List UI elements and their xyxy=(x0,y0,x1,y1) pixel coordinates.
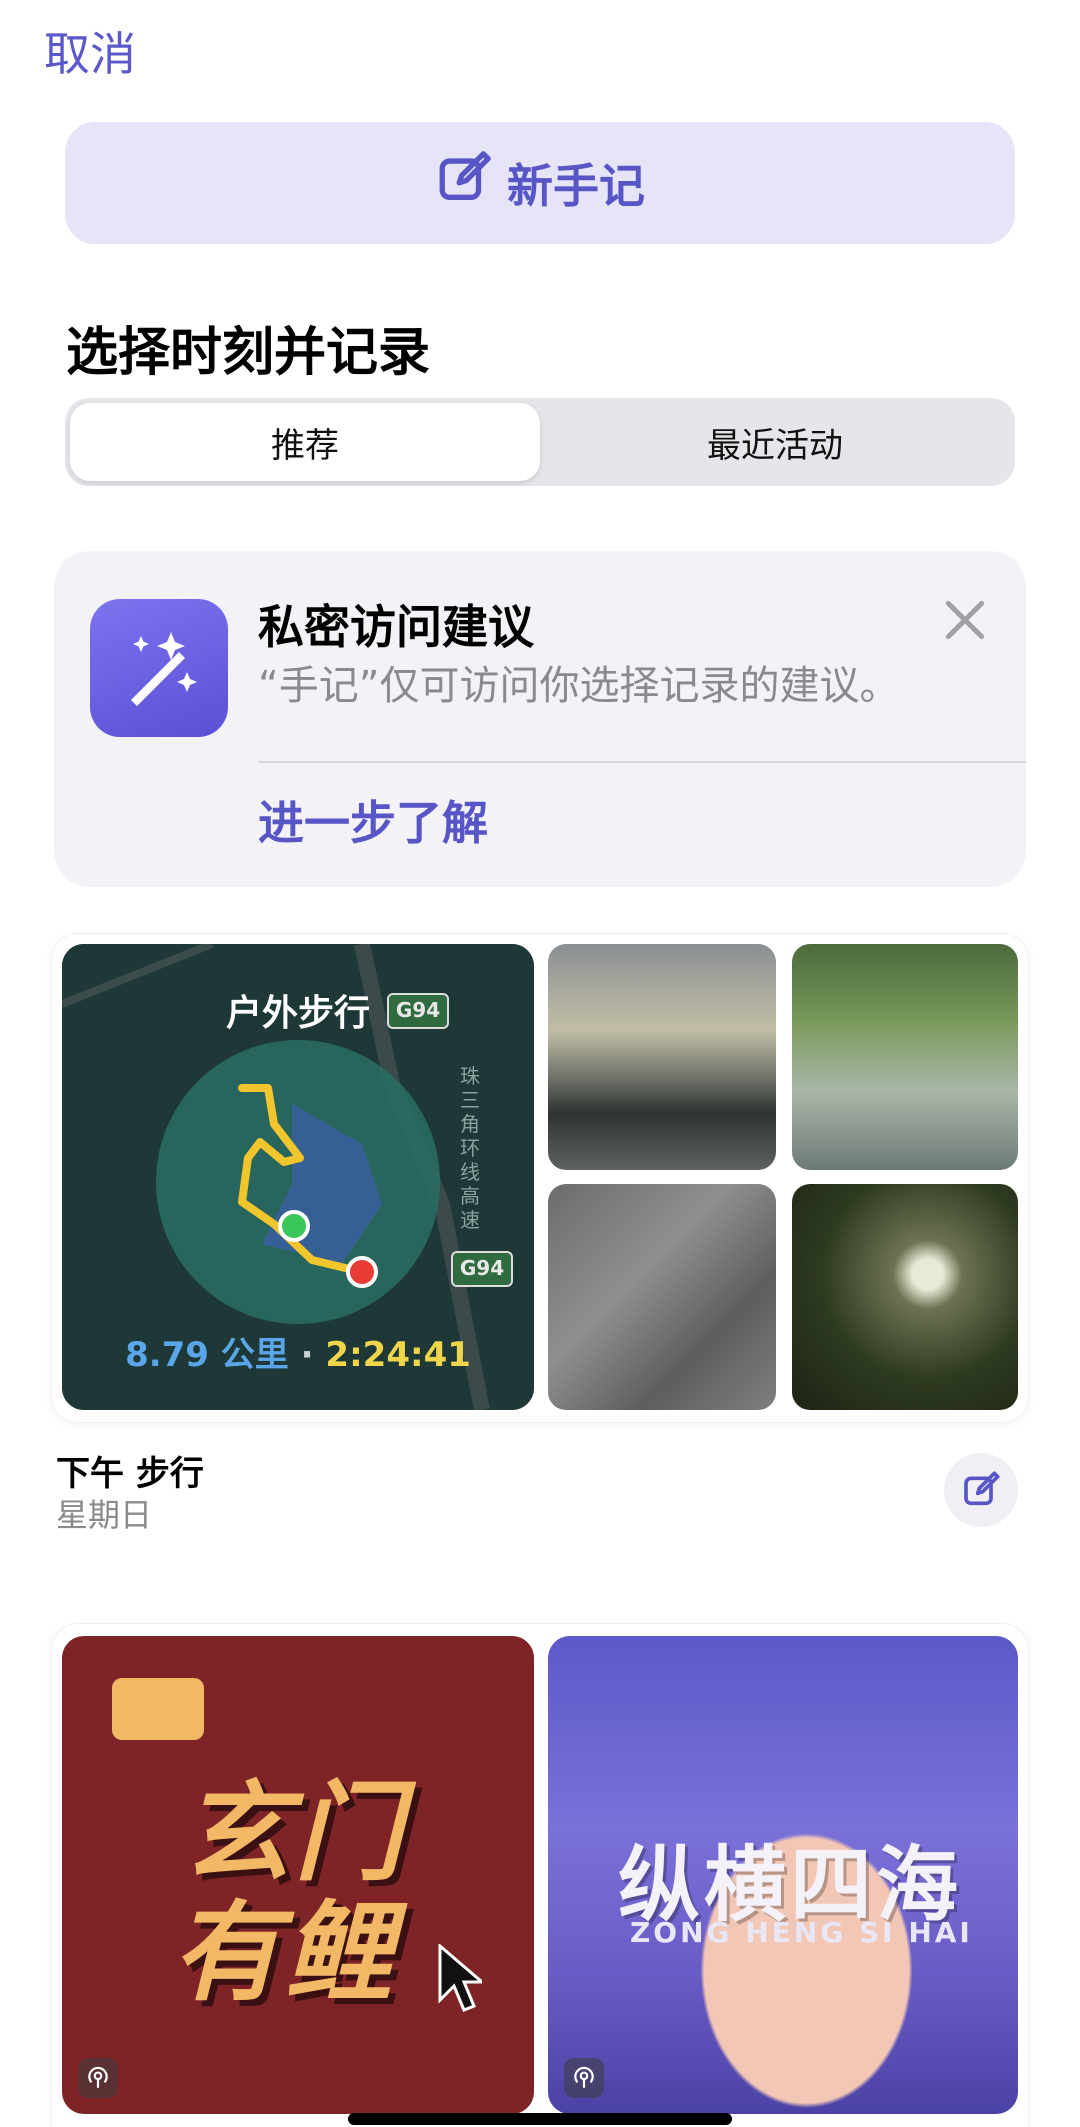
podcast-title-line2: 有鲤 xyxy=(172,1891,397,2016)
photo-thumbnail xyxy=(792,944,1018,1170)
moment-subtitle: 星期日 xyxy=(56,1496,153,1534)
segment-recent-activity[interactable]: 最近活动 xyxy=(540,403,1010,481)
divider xyxy=(258,761,1026,763)
workout-map-tile: G94 G94 珠三角环线高速 户外步行 8.79 公里 · 2:24:41 xyxy=(62,944,534,1410)
photo-thumbnail xyxy=(792,1184,1018,1410)
photo-thumbnail xyxy=(548,944,776,1170)
workout-stats: 8.79 公里 · 2:24:41 xyxy=(62,1327,534,1376)
audio-bubble-icon xyxy=(112,1678,204,1740)
compose-moment-button[interactable] xyxy=(944,1453,1018,1527)
workout-type-label: 户外步行 xyxy=(225,993,370,1034)
photo-thumbnail xyxy=(548,1184,776,1410)
podcast-subtitle: ZONG HENG SI HAI xyxy=(630,1916,973,1949)
privacy-suggestion-card: 私密访问建议 “手记”仅可访问你选择记录的建议。 进一步了解 xyxy=(54,551,1026,887)
cancel-button[interactable]: 取消 xyxy=(44,18,136,84)
new-entry-label: 新手记 xyxy=(507,159,645,213)
moment-card-walk[interactable]: G94 G94 珠三角环线高速 户外步行 8.79 公里 · 2:24:41 xyxy=(52,934,1028,1422)
segment-recommended[interactable]: 推荐 xyxy=(70,403,540,481)
distance-value: 8.79 公里 xyxy=(125,1335,289,1375)
compose-icon xyxy=(435,149,493,218)
privacy-title: 私密访问建议 xyxy=(258,600,534,654)
new-entry-button[interactable]: 新手记 xyxy=(65,122,1015,244)
road-name-label: 珠三角环线高速 xyxy=(460,1064,480,1232)
magic-wand-icon xyxy=(90,599,228,737)
podcast-icon xyxy=(78,2058,118,2098)
road-sign-label: G94 xyxy=(459,1256,505,1280)
close-icon[interactable] xyxy=(940,595,990,645)
cursor-icon xyxy=(438,1944,482,2012)
moment-title: 下午 步行 xyxy=(56,1454,204,1494)
privacy-description: “手记”仅可访问你选择记录的建议。 xyxy=(258,663,900,709)
segmented-control: 推荐 最近活动 xyxy=(65,398,1015,486)
home-indicator[interactable] xyxy=(348,2113,732,2125)
duration-value: 2:24:41 xyxy=(325,1335,471,1375)
section-title: 选择时刻并记录 xyxy=(66,323,431,383)
moment-card-podcasts[interactable]: 玄门 有鲤 纵横四海 ZONG HENG SI HAI xyxy=(52,1624,1028,2127)
learn-more-link[interactable]: 进一步了解 xyxy=(258,787,488,853)
compose-icon xyxy=(964,1471,1000,1506)
podcast-cover: 玄门 有鲤 xyxy=(62,1636,534,2114)
podcast-cover: 纵横四海 ZONG HENG SI HAI xyxy=(548,1636,1018,2114)
podcast-icon xyxy=(564,2058,604,2098)
separator: · xyxy=(300,1335,314,1375)
